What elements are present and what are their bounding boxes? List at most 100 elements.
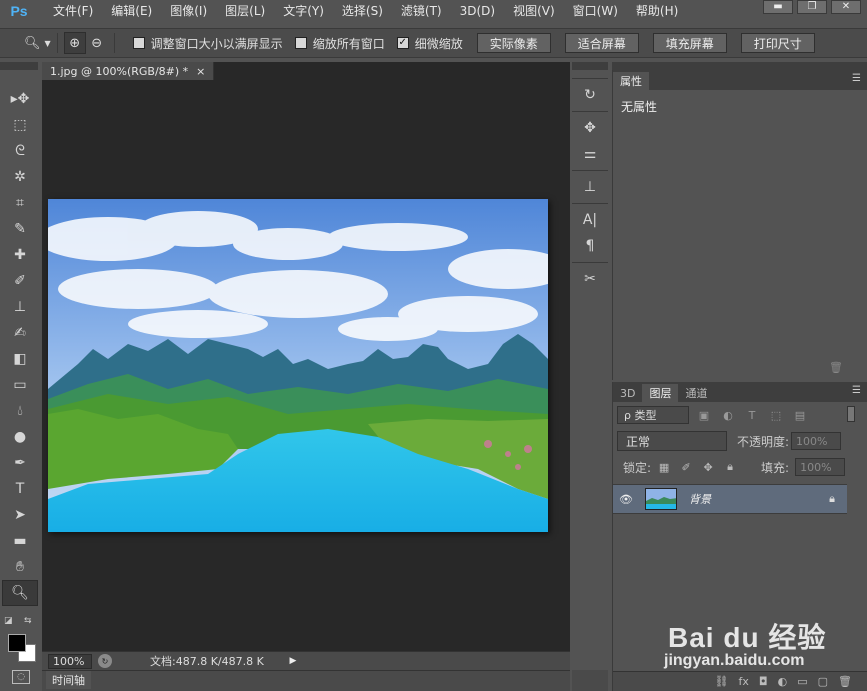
opacity-field[interactable]: 100% [791, 432, 842, 450]
type-filter-icon[interactable]: T [743, 406, 761, 424]
menu-filter[interactable]: 滤镜(T) [392, 0, 451, 22]
lasso-tool-icon[interactable]: ᘓ [2, 138, 38, 164]
layer-style-icon[interactable]: fx [739, 675, 749, 688]
menu-select[interactable]: 选择(S) [333, 0, 392, 22]
trash-icon[interactable]: 🗑︎ [829, 361, 843, 374]
dock-header[interactable] [572, 62, 608, 70]
adjustment-layer-icon[interactable]: ◐ [778, 675, 788, 688]
panel-menu-icon[interactable]: ☰ [852, 73, 861, 84]
rectangle-tool-icon[interactable]: ▬ [2, 528, 38, 554]
panel-menu-icon[interactable]: ☰ [852, 385, 861, 396]
resize-windows-checkbox[interactable]: 调整窗口大小以满屏显示 [132, 35, 283, 52]
swap-colors-icon[interactable]: ⇆ [24, 616, 32, 626]
marquee-tool-icon[interactable]: ⬚ [2, 112, 38, 138]
move-tool-icon[interactable]: ▸✥ [2, 86, 38, 112]
add-mask-icon[interactable]: ◘ [759, 675, 768, 688]
document-tab[interactable]: 1.jpg @ 100%(RGB/8#) * × [42, 62, 215, 80]
fill-field[interactable]: 100% [795, 458, 846, 476]
brush-tool-icon[interactable]: ✐ [2, 268, 38, 294]
close-button[interactable]: ✕ [831, 0, 861, 14]
share-icon[interactable]: ↻ [98, 654, 112, 668]
status-menu-arrow-icon[interactable]: ▶ [286, 654, 300, 668]
timeline-tab[interactable]: 时间轴 [46, 671, 91, 689]
crop-tool-icon[interactable]: ⌗ [2, 190, 38, 216]
close-tab-icon[interactable]: × [196, 65, 205, 78]
path-selection-tool-icon[interactable]: ➤ [2, 502, 38, 528]
hand-tool-icon[interactable]: ✋︎ [2, 554, 38, 580]
menu-edit[interactable]: 编辑(E) [102, 0, 161, 22]
blur-tool-icon[interactable]: 💧︎ [2, 398, 38, 424]
zoom-tool-icon[interactable]: 🔍︎ [2, 580, 38, 606]
layer-filter-select[interactable]: ρ 类型 [617, 406, 689, 424]
print-size-button[interactable]: 打印尺寸 [740, 33, 815, 53]
zoom-level-field[interactable]: 100% [48, 653, 92, 669]
scrubby-zoom-checkbox[interactable]: ✓ 细微缩放 [396, 35, 463, 52]
toolbox-header[interactable] [0, 62, 38, 70]
tab-properties[interactable]: 属性 [613, 72, 649, 90]
shape-filter-icon[interactable]: ⬚ [767, 406, 785, 424]
lock-all-icon[interactable]: 🔒︎ [721, 458, 739, 476]
actual-pixels-button[interactable]: 实际像素 [476, 33, 551, 53]
minimize-button[interactable]: ▬ [763, 0, 793, 14]
default-colors-icon[interactable]: ◪ [4, 616, 13, 626]
lock-position-icon[interactable]: ✥ [699, 458, 717, 476]
options-bar: 🔍︎ ▼ ⊕ ⊖ 调整窗口大小以满屏显示 缩放所有窗口 ✓ 细微缩放 实际像素 适合… [0, 28, 867, 58]
history-brush-tool-icon[interactable]: ✍ [2, 320, 38, 346]
pixel-filter-icon[interactable]: ▣ [695, 406, 713, 424]
new-layer-icon[interactable]: ▢ [818, 675, 828, 688]
gradient-tool-icon[interactable]: ▭ [2, 372, 38, 398]
tool-presets-icon[interactable]: ✂ [572, 266, 608, 292]
eyedropper-tool-icon[interactable]: ✎ [2, 216, 38, 242]
menu-file[interactable]: 文件(F) [44, 0, 102, 22]
clone-stamp-tool-icon[interactable]: ⊥ [2, 294, 38, 320]
menu-3d[interactable]: 3D(D) [451, 0, 504, 22]
menu-type[interactable]: 文字(Y) [274, 0, 333, 22]
tab-channels[interactable]: 通道 [678, 384, 714, 402]
pen-tool-icon[interactable]: ✒ [2, 450, 38, 476]
maximize-button[interactable]: ❐ [797, 0, 827, 14]
smart-object-filter-icon[interactable]: ▤ [791, 406, 809, 424]
lock-image-icon[interactable]: ✐ [677, 458, 695, 476]
adjustments-icon[interactable]: ⚌ [572, 141, 608, 167]
link-layers-icon[interactable]: ⛓ [715, 675, 729, 688]
lock-transparency-icon[interactable]: ▦ [655, 458, 673, 476]
history-icon[interactable]: ↻ [572, 82, 608, 108]
blend-row: 正常 不透明度: 100% [613, 428, 867, 454]
zoom-all-windows-checkbox[interactable]: 缩放所有窗口 [294, 35, 385, 52]
visibility-eye-icon[interactable]: 👁︎ [613, 493, 639, 506]
layer-row[interactable]: 👁︎ 背景 🔒︎ [613, 484, 847, 514]
new-group-icon[interactable]: ▭ [797, 675, 807, 688]
layer-name: 背景 [689, 493, 711, 506]
type-tool-icon[interactable]: T [2, 476, 38, 502]
app-logo: Ps [10, 3, 28, 19]
panels-header[interactable] [612, 62, 867, 70]
tab-layers[interactable]: 图层 [642, 384, 679, 402]
zoom-out-icon[interactable]: ⊖ [86, 32, 108, 54]
magic-wand-tool-icon[interactable]: ✲ [2, 164, 38, 190]
delete-layer-icon[interactable]: 🗑︎ [838, 675, 852, 688]
brush-presets-icon[interactable]: ✥ [572, 115, 608, 141]
filter-toggle[interactable] [847, 406, 855, 422]
tool-preset-picker[interactable]: 🔍︎ ▼ [24, 36, 51, 51]
healing-brush-tool-icon[interactable]: ✚ [2, 242, 38, 268]
blend-mode-select[interactable]: 正常 [617, 431, 727, 451]
menu-window[interactable]: 窗口(W) [564, 0, 627, 22]
menu-help[interactable]: 帮助(H) [627, 0, 687, 22]
landscape-image [48, 199, 548, 532]
dodge-tool-icon[interactable]: ● [2, 424, 38, 450]
foreground-color-swatch[interactable] [8, 634, 26, 652]
zoom-in-icon[interactable]: ⊕ [63, 32, 86, 54]
menu-view[interactable]: 视图(V) [504, 0, 564, 22]
paragraph-icon[interactable]: ¶ [572, 233, 608, 259]
menu-layer[interactable]: 图层(L) [216, 0, 274, 22]
eraser-tool-icon[interactable]: ◧ [2, 346, 38, 372]
clone-source-icon[interactable]: ⊥ [572, 174, 608, 200]
tab-3d[interactable]: 3D [613, 384, 642, 402]
image-canvas[interactable] [48, 199, 548, 532]
character-icon[interactable]: A| [572, 207, 608, 233]
fit-screen-button[interactable]: 适合屏幕 [564, 33, 639, 53]
menu-image[interactable]: 图像(I) [161, 0, 216, 22]
quick-mask-icon[interactable]: ◌ [12, 670, 30, 684]
adjustment-filter-icon[interactable]: ◐ [719, 406, 737, 424]
fill-screen-button[interactable]: 填充屏幕 [652, 33, 727, 53]
